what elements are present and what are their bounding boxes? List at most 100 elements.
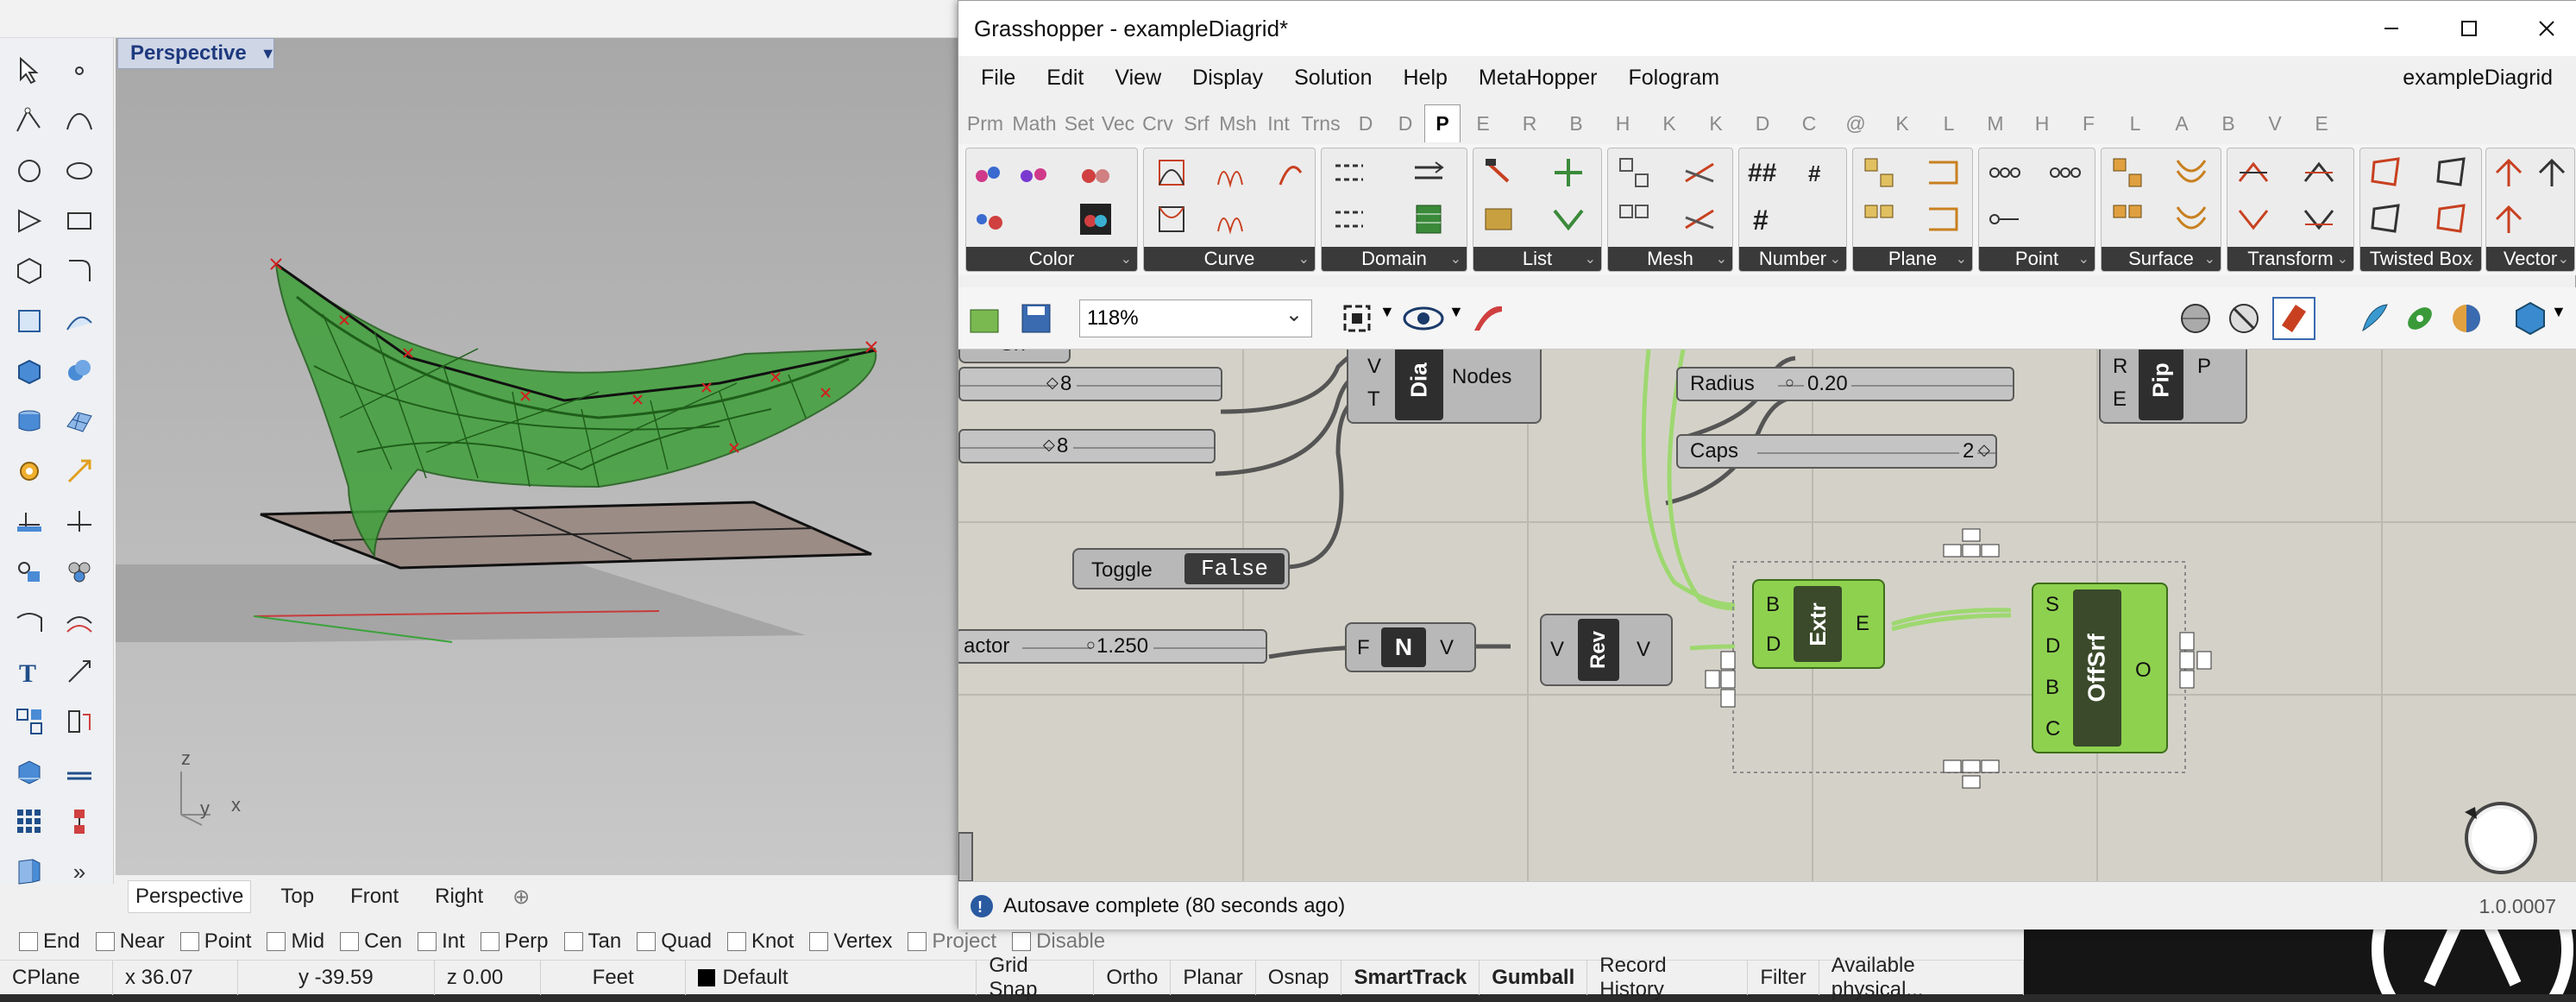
fillet-icon[interactable] <box>60 252 98 290</box>
group-handle-icon[interactable] <box>1704 650 1744 710</box>
surface-icon[interactable] <box>2174 155 2208 190</box>
checkbox[interactable] <box>1012 932 1032 951</box>
bake-icon[interactable] <box>2271 296 2316 341</box>
offset-icon[interactable] <box>60 602 98 640</box>
group-handle-icon[interactable] <box>1942 527 2002 558</box>
maximize-icon[interactable] <box>2430 1 2508 56</box>
plane-icon[interactable] <box>1926 202 1960 236</box>
slider-grip-icon[interactable]: ◇ <box>1978 441 1990 459</box>
domain-icon[interactable] <box>1411 155 1446 190</box>
extrude-component[interactable]: B D Extr E <box>1752 579 1885 669</box>
checkbox[interactable] <box>340 932 360 951</box>
vector-arrow-icon[interactable] <box>2535 155 2569 190</box>
plane-icon[interactable] <box>1926 155 1960 190</box>
split-icon[interactable] <box>60 502 98 540</box>
ribbon-label[interactable]: Plane <box>1853 247 1972 271</box>
surface-corner-icon[interactable] <box>10 302 48 340</box>
smarttrack-button[interactable]: SmartTrack <box>1341 960 1480 995</box>
tab-mesh[interactable]: Msh <box>1217 108 1259 139</box>
group-icon[interactable] <box>10 552 48 590</box>
preview-shaded-icon[interactable] <box>2177 299 2215 337</box>
color-drops-icon[interactable] <box>973 202 1008 236</box>
ribbon-label[interactable]: Vector <box>2486 247 2574 271</box>
polyline-icon[interactable] <box>10 102 48 140</box>
ribbon-label[interactable]: Curve <box>1144 247 1315 271</box>
transform-arrows-icon[interactable] <box>2236 155 2271 190</box>
tab-b2[interactable]: B <box>2213 108 2244 139</box>
tab-l2[interactable]: L <box>2120 108 2151 139</box>
checkbox[interactable] <box>908 932 927 951</box>
layout-icon[interactable] <box>10 853 48 891</box>
domain-icon[interactable] <box>1332 155 1367 190</box>
checkbox[interactable] <box>95 932 115 951</box>
tab-maths[interactable]: Math <box>1010 108 1059 139</box>
transform-arrows-icon[interactable] <box>2302 155 2336 190</box>
color-drops-icon[interactable] <box>1078 202 1113 236</box>
hexagon-icon[interactable] <box>2511 299 2549 337</box>
array-grid-icon[interactable] <box>10 803 48 841</box>
checkbox[interactable] <box>480 932 499 951</box>
text-icon[interactable]: T <box>10 652 48 690</box>
osnap-point[interactable]: Point <box>179 930 251 954</box>
radius-slider[interactable]: Radius ○ 0.20 <box>1676 367 2014 401</box>
osnap-vertex[interactable]: Vertex <box>809 930 892 954</box>
color-drops-icon[interactable] <box>1078 155 1113 190</box>
domain-icon[interactable] <box>1411 202 1446 236</box>
perspective-viewport[interactable]: z y x <box>116 38 961 875</box>
ribbon-label[interactable]: Color <box>966 247 1137 271</box>
planar-button[interactable]: Planar <box>1171 960 1256 995</box>
tab-e[interactable]: E <box>1467 108 1498 139</box>
list-icon[interactable] <box>1482 155 1517 190</box>
tab-p-active[interactable]: P <box>1424 104 1461 142</box>
osnap-tan[interactable]: Tan <box>563 930 621 954</box>
plane-icon[interactable] <box>1862 155 1896 190</box>
dropdown-arrow-icon[interactable]: ▼ <box>261 45 276 63</box>
checkbox[interactable] <box>809 932 829 951</box>
twisted-box-icon[interactable] <box>2369 155 2403 190</box>
menu-view[interactable]: View <box>1115 66 1161 91</box>
negative-component[interactable]: F N V <box>1345 622 1476 672</box>
cplane-label[interactable]: CPlane <box>0 960 113 995</box>
tab-k1[interactable]: K <box>1654 108 1685 139</box>
group-handle-icon[interactable] <box>2178 631 2218 691</box>
close-icon[interactable] <box>2508 1 2576 56</box>
cylinder-icon[interactable] <box>10 402 48 440</box>
list-icon[interactable] <box>1551 202 1586 236</box>
tab-surface[interactable]: Srf <box>1179 108 1214 139</box>
curve-tool-icon[interactable] <box>1154 155 1189 190</box>
chevron-right-icon[interactable]: » <box>60 853 98 891</box>
slider-grip-icon[interactable]: ◇ <box>1046 374 1059 392</box>
menu-fologram[interactable]: Fologram <box>1628 66 1719 91</box>
osnap-project[interactable]: Project <box>908 930 996 954</box>
block-icon[interactable] <box>10 753 48 791</box>
osnap-disable[interactable]: Disable <box>1012 930 1105 954</box>
menu-solution[interactable]: Solution <box>1294 66 1372 91</box>
vector-arrow-icon[interactable] <box>2491 155 2526 190</box>
pipe-component[interactable]: R E Pip P <box>2099 350 2247 424</box>
checkbox[interactable] <box>267 932 286 951</box>
ribbon-label[interactable]: Point <box>1979 247 2095 271</box>
tab-at[interactable]: @ <box>1840 108 1871 139</box>
mesh-grid-icon[interactable] <box>1682 155 1717 190</box>
surface-icon[interactable] <box>2174 202 2208 236</box>
blue-feather-icon[interactable] <box>2356 299 2394 337</box>
section-icon[interactable] <box>60 753 98 791</box>
surface-icon[interactable] <box>2110 155 2145 190</box>
osnap-button[interactable]: Osnap <box>1256 960 1342 995</box>
tab-k3[interactable]: K <box>1887 108 1918 139</box>
boolean-toggle[interactable]: Toggle False <box>1072 548 1290 589</box>
mesh-grid-icon[interactable] <box>1617 202 1651 236</box>
gh-canvas[interactable]: Srf 8 ◇ 8 ◇ V T Dia Nodes Toggle False a… <box>958 350 2576 881</box>
curve-tool-icon[interactable] <box>1154 202 1189 236</box>
plane-icon[interactable] <box>1862 202 1896 236</box>
rectangle-icon[interactable] <box>60 202 98 240</box>
factor-slider[interactable]: actor 1.250 ○ <box>958 629 1267 664</box>
tab-params[interactable]: Prm <box>964 108 1007 139</box>
menu-help[interactable]: Help <box>1403 66 1447 91</box>
ribbon-label[interactable]: Number <box>1739 247 1846 271</box>
tab-d2[interactable]: D <box>1390 108 1421 139</box>
tab-m[interactable]: M <box>1980 108 2011 139</box>
filter-button[interactable]: Filter <box>1748 960 1819 995</box>
number-slider-2[interactable]: 8 ◇ <box>958 429 1216 463</box>
slider-grip-icon[interactable]: ○ <box>1086 636 1096 654</box>
